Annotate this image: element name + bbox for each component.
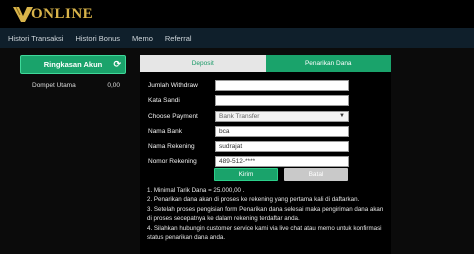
- bank-name-row: Nama Bank bca: [148, 125, 382, 138]
- logo-mark-icon: [13, 6, 33, 22]
- wallet-balance: 0,00: [107, 81, 120, 89]
- amount-row: Jumlah Withdraw: [148, 79, 382, 92]
- bank-name-label: Nama Bank: [148, 127, 182, 135]
- account-number-field[interactable]: 489-512-****: [215, 156, 349, 168]
- amount-label: Jumlah Withdraw: [148, 82, 198, 89]
- brand-logo[interactable]: ONLINE: [12, 4, 93, 24]
- account-number-row: Nomor Rekening 489-512-****: [148, 155, 382, 168]
- payment-method-value: Bank Transfer: [219, 112, 260, 120]
- payment-method-label: Choose Payment: [148, 112, 198, 120]
- note-item: 3. Setelah proses pengisian form Penarik…: [147, 205, 384, 223]
- nav-item-memo[interactable]: Memo: [132, 34, 153, 43]
- nav-item-histori-transaksi[interactable]: Histori Transaksi: [8, 34, 63, 43]
- withdraw-notes: 1. Minimal Tarik Dana = 25.000,00 . 2. P…: [147, 186, 387, 242]
- top-nav: Histori Transaksi Histori Bonus Memo Ref…: [0, 28, 474, 48]
- note-item: 2. Penarikan dana akan di proses ke reke…: [147, 196, 360, 204]
- account-name-label: Nama Rekening: [148, 143, 195, 151]
- cancel-button[interactable]: Batal: [284, 168, 348, 181]
- password-row: Kata Sandi: [148, 94, 382, 107]
- account-name-row: Nama Rekening sudrajat: [148, 140, 382, 153]
- note-item: 4. Silahkan hubungin customer service ka…: [147, 224, 382, 242]
- transaction-panel: Deposit Penarikan Dana Jumlah Withdraw K…: [140, 55, 391, 254]
- nav-item-referral[interactable]: Referral: [165, 34, 192, 43]
- tab-deposit[interactable]: Deposit: [140, 55, 266, 72]
- top-header: ONLINE: [0, 0, 474, 28]
- refresh-icon[interactable]: ⟳: [113, 59, 121, 70]
- account-name-field[interactable]: sudrajat: [215, 141, 349, 153]
- wallet-row: Dompet Utama 0,00: [20, 78, 126, 92]
- amount-input[interactable]: [215, 80, 349, 91]
- logo-text: ONLINE: [31, 5, 94, 22]
- form-buttons: Kirim Batal: [214, 168, 348, 181]
- wallet-label: Dompet Utama: [32, 81, 76, 89]
- note-item: 1. Minimal Tarik Dana = 25.000,00 .: [147, 187, 245, 194]
- send-button[interactable]: Kirim: [214, 168, 278, 181]
- nav-item-histori-bonus[interactable]: Histori Bonus: [75, 34, 120, 43]
- chevron-down-icon: ▼: [339, 112, 345, 119]
- password-label: Kata Sandi: [148, 97, 180, 105]
- account-summary-header: Ringkasan Akun ⟳: [20, 55, 126, 74]
- password-input[interactable]: [215, 95, 349, 107]
- payment-method-select[interactable]: Bank Transfer ▼: [215, 110, 349, 122]
- bank-name-field[interactable]: bca: [215, 125, 349, 137]
- account-summary-sidebar: Ringkasan Akun ⟳ Dompet Utama 0,00: [20, 55, 126, 92]
- account-number-label: Nomor Rekening: [148, 158, 197, 166]
- transaction-tabs: Deposit Penarikan Dana: [140, 55, 391, 72]
- tab-withdraw[interactable]: Penarikan Dana: [265, 55, 391, 72]
- payment-method-row: Choose Payment Bank Transfer ▼: [148, 110, 382, 123]
- account-summary-title: Ringkasan Akun: [43, 60, 103, 69]
- withdraw-form: Jumlah Withdraw Kata Sandi Choose Paymen…: [148, 79, 382, 171]
